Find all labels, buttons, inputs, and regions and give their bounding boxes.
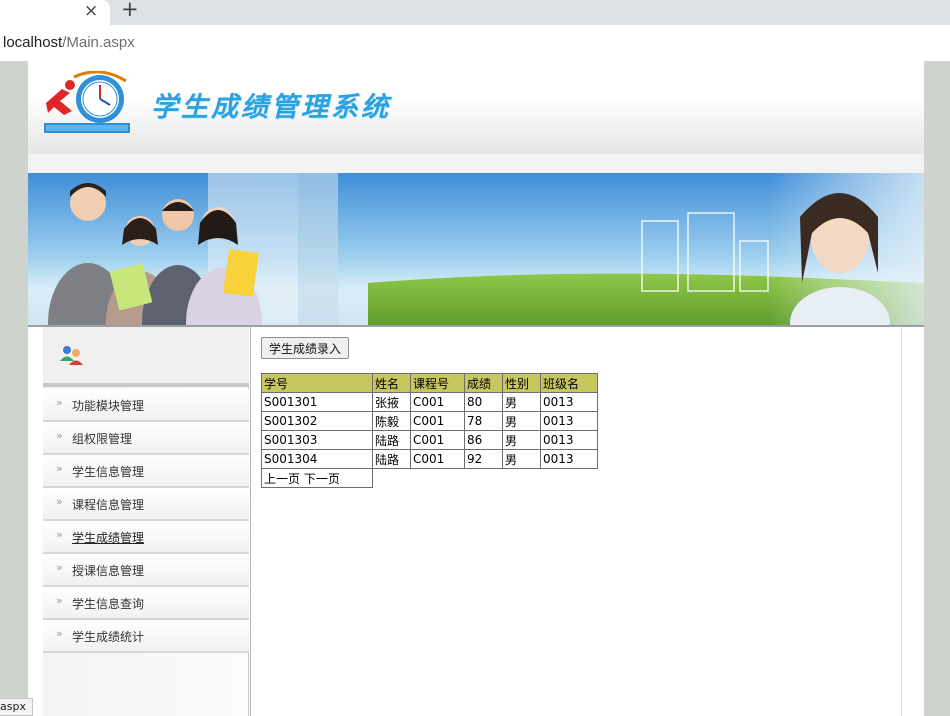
grade-entry-button[interactable]: 学生成绩录入 xyxy=(261,337,350,359)
sidebar-item-group-permissions[interactable]: » 组权限管理 xyxy=(43,422,249,455)
column-header: 姓名 xyxy=(372,373,411,393)
table-row: S001303 陆路 C001 86 男 0013 xyxy=(261,430,598,450)
grades-table: 学号 姓名 课程号 成绩 性别 班级名 S001301 张掖 C001 80 男… xyxy=(261,373,598,488)
sidebar-item-course-info[interactable]: » 课程信息管理 xyxy=(43,488,249,521)
system-title: 学生成绩管理系统 xyxy=(151,92,391,123)
new-tab-icon[interactable]: + xyxy=(121,0,139,20)
double-chevron-icon: » xyxy=(56,396,63,409)
main-content: 学生成绩录入 学号 姓名 课程号 成绩 性别 班级名 S001301 张掖 C0… xyxy=(250,327,902,716)
sidebar-item-student-info[interactable]: » 学生信息管理 xyxy=(43,455,249,488)
sidebar-item-label: 学生信息管理 xyxy=(72,465,145,479)
sidebar: » 功能模块管理 » 组权限管理 » 学生信息管理 » 课程信息管理 » 学生成… xyxy=(43,327,249,716)
sidebar-item-grade-statistics[interactable]: » 学生成绩统计 xyxy=(43,620,249,653)
table-pager-row: 上一页 下一页 xyxy=(261,468,598,488)
column-header: 学号 xyxy=(261,373,373,393)
sidebar-item-label: 组权限管理 xyxy=(72,432,133,446)
table-row: S001304 陆路 C001 92 男 0013 xyxy=(261,449,598,469)
status-bar-tooltip: aspx xyxy=(0,698,33,716)
sidebar-item-grade-management[interactable]: » 学生成绩管理 xyxy=(43,521,249,554)
table-cell: 男 xyxy=(502,430,541,450)
table-cell: 0013 xyxy=(540,392,598,412)
table-cell: 男 xyxy=(502,392,541,412)
table-cell: 78 xyxy=(464,411,503,431)
double-chevron-icon: » xyxy=(56,462,63,475)
url-text[interactable]: localhost/Main.aspx xyxy=(3,34,135,51)
table-cell: 0013 xyxy=(540,430,598,450)
address-bar[interactable]: localhost/Main.aspx xyxy=(0,25,950,61)
table-cell: C001 xyxy=(410,430,465,450)
table-header-row: 学号 姓名 课程号 成绩 性别 班级名 xyxy=(261,373,598,393)
table-cell: S001302 xyxy=(261,411,373,431)
close-tab-icon[interactable]: × xyxy=(84,1,98,21)
table-cell: 张掖 xyxy=(372,392,411,412)
sidebar-item-module-management[interactable]: » 功能模块管理 xyxy=(43,389,249,422)
table-cell: S001301 xyxy=(261,392,373,412)
table-cell: 86 xyxy=(464,430,503,450)
table-cell: 陆路 xyxy=(372,449,411,469)
double-chevron-icon: » xyxy=(56,429,63,442)
table-cell: 男 xyxy=(502,411,541,431)
table-cell: 92 xyxy=(464,449,503,469)
table-row: S001302 陈毅 C001 78 男 0013 xyxy=(261,411,598,431)
table-cell: 80 xyxy=(464,392,503,412)
browser-tab[interactable]: × xyxy=(0,0,110,25)
pager-links[interactable]: 上一页 下一页 xyxy=(261,468,373,488)
table-cell: C001 xyxy=(410,392,465,412)
browser-tab-bar: × + xyxy=(0,0,950,25)
site-header: 学生成绩管理系统 xyxy=(28,61,924,153)
table-cell: C001 xyxy=(410,449,465,469)
column-header: 班级名 xyxy=(540,373,598,393)
table-cell: 0013 xyxy=(540,411,598,431)
table-cell: 陈毅 xyxy=(372,411,411,431)
double-chevron-icon: » xyxy=(56,528,63,541)
table-cell: C001 xyxy=(410,411,465,431)
sidebar-item-student-query[interactable]: » 学生信息查询 xyxy=(43,587,249,620)
table-cell: S001303 xyxy=(261,430,373,450)
column-header: 课程号 xyxy=(410,373,465,393)
column-header: 成绩 xyxy=(464,373,503,393)
users-icon xyxy=(60,346,83,365)
sidebar-item-label: 课程信息管理 xyxy=(72,498,145,512)
grade-system-logo xyxy=(44,71,130,133)
table-cell: 陆路 xyxy=(372,430,411,450)
table-cell: 男 xyxy=(502,449,541,469)
url-host: localhost xyxy=(3,34,63,51)
sidebar-item-label: 功能模块管理 xyxy=(72,399,145,413)
header-divider xyxy=(28,153,924,173)
sidebar-item-teaching-info[interactable]: » 授课信息管理 xyxy=(43,554,249,587)
header-banner-image xyxy=(28,173,924,327)
double-chevron-icon: » xyxy=(56,495,63,508)
page-frame: 学生成绩管理系统 » 功能模块管理 » 组权限管理 » 学生信息管理 » 课程信… xyxy=(28,61,924,716)
double-chevron-icon: » xyxy=(56,627,63,640)
sidebar-header xyxy=(43,327,249,387)
double-chevron-icon: » xyxy=(56,594,63,607)
url-path: /Main.aspx xyxy=(62,34,135,51)
double-chevron-icon: » xyxy=(56,561,63,574)
sidebar-item-label: 学生信息查询 xyxy=(72,597,145,611)
sidebar-item-label: 授课信息管理 xyxy=(72,564,145,578)
sidebar-item-label: 学生成绩管理 xyxy=(72,531,145,545)
column-header: 性别 xyxy=(502,373,541,393)
table-cell: 0013 xyxy=(540,449,598,469)
sidebar-item-label: 学生成绩统计 xyxy=(72,630,145,644)
table-row: S001301 张掖 C001 80 男 0013 xyxy=(261,392,598,412)
sidebar-menu: » 功能模块管理 » 组权限管理 » 学生信息管理 » 课程信息管理 » 学生成… xyxy=(43,389,249,653)
table-cell: S001304 xyxy=(261,449,373,469)
